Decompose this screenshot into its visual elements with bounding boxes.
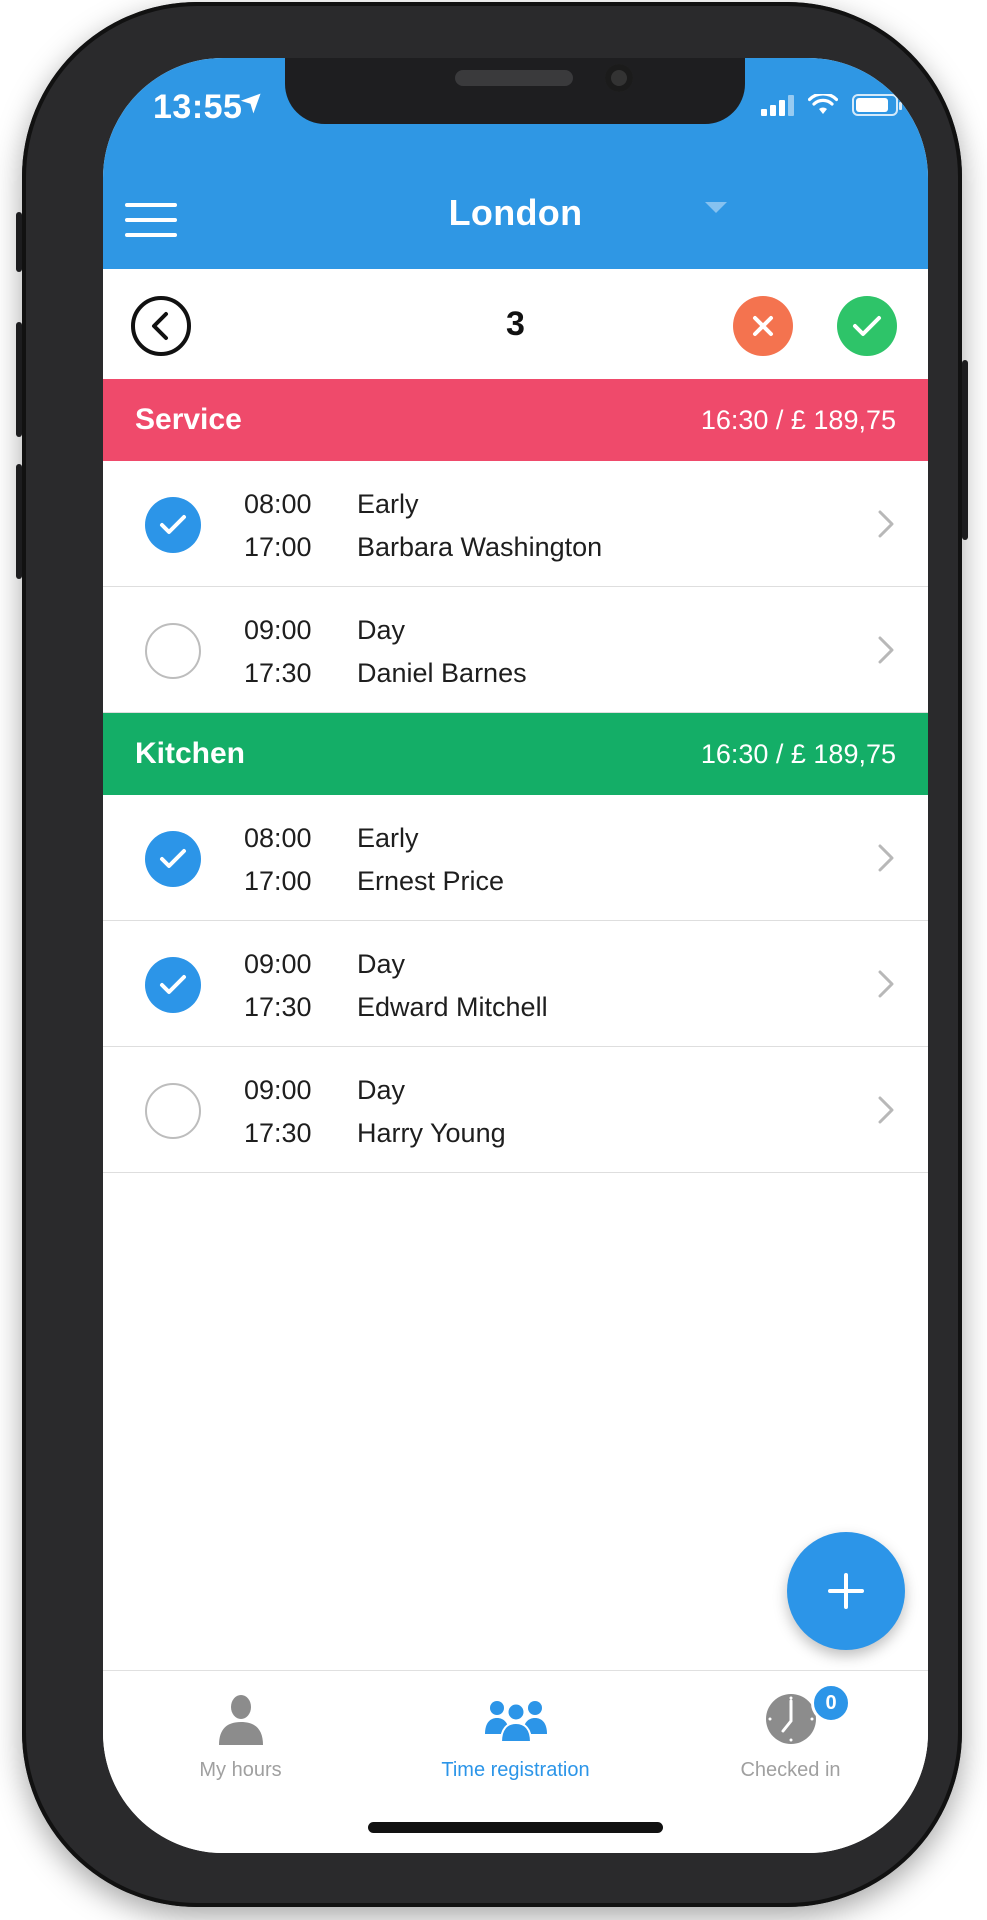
checkmark-icon	[160, 515, 186, 534]
shift-times: 09:00 17:30	[244, 1069, 312, 1155]
section-header-kitchen: Kitchen 16:30 / £ 189,75	[103, 713, 928, 795]
shift-row[interactable]: 08:00 17:00 Early Ernest Price	[103, 795, 928, 921]
checkmark-icon	[160, 975, 186, 994]
checkmark-icon	[853, 316, 881, 336]
checked-in-count-badge: 0	[811, 1683, 851, 1723]
shift-end: 17:00	[244, 532, 312, 562]
shift-times: 09:00 17:30	[244, 609, 312, 695]
location-selector[interactable]: London	[103, 192, 928, 234]
tab-checked-in[interactable]: 0 Checked in	[653, 1683, 928, 1782]
chevron-right-icon	[878, 636, 894, 664]
home-indicator	[368, 1822, 663, 1833]
section-name: Kitchen	[135, 737, 246, 770]
shift-end: 17:00	[244, 866, 312, 896]
shift-row[interactable]: 09:00 17:30 Day Edward Mitchell	[103, 921, 928, 1047]
shift-type: Day	[357, 1075, 406, 1105]
employee-name: Ernest Price	[357, 866, 505, 896]
checkmark-icon	[160, 849, 186, 868]
chevron-right-icon	[878, 844, 894, 872]
close-icon	[753, 316, 773, 336]
wifi-icon	[808, 94, 838, 114]
shift-checkbox-unchecked[interactable]	[145, 1083, 201, 1139]
app-screen: 13:55 ➤ London 3 Service 16:30 / £ 189,7…	[103, 58, 928, 1853]
employee-name: Harry Young	[357, 1118, 506, 1148]
shift-start: 08:00	[244, 823, 312, 853]
section-name: Service	[135, 403, 242, 436]
shift-end: 17:30	[244, 1118, 312, 1148]
section-total: 16:30 / £ 189,75	[700, 404, 896, 435]
tab-time-registration[interactable]: Time registration	[378, 1689, 653, 1782]
shift-start: 09:00	[244, 1075, 312, 1105]
shift-type: Early	[357, 823, 419, 853]
shift-info: Day Harry Young	[357, 1069, 506, 1155]
shift-checkbox-unchecked[interactable]	[145, 623, 201, 679]
group-icon	[484, 1701, 547, 1743]
tab-my-hours[interactable]: My hours	[103, 1689, 378, 1782]
phone-frame: 13:55 ➤ London 3 Service 16:30 / £ 189,7…	[16, 2, 968, 1907]
app-header: 13:55 ➤ London	[103, 58, 928, 269]
tab-label: Time registration	[441, 1759, 590, 1781]
header-title: London	[448, 192, 583, 233]
status-indicators	[761, 94, 902, 116]
employee-name: Edward Mitchell	[357, 992, 548, 1022]
volume-down-button	[16, 464, 22, 579]
selected-day: 3	[506, 305, 525, 343]
shift-times: 08:00 17:00	[244, 817, 312, 903]
shift-info: Early Barbara Washington	[357, 483, 602, 569]
shift-checkbox-checked[interactable]	[145, 497, 201, 553]
add-shift-button[interactable]	[787, 1532, 905, 1650]
reject-all-button[interactable]	[733, 296, 793, 356]
cellular-signal-icon	[761, 94, 794, 116]
employee-name: Barbara Washington	[357, 532, 603, 562]
shift-end: 17:30	[244, 658, 312, 688]
employee-name: Daniel Barnes	[357, 658, 527, 688]
notch	[285, 58, 745, 124]
caret-down-icon[interactable]	[705, 202, 727, 213]
shift-info: Day Edward Mitchell	[357, 943, 548, 1029]
front-camera	[605, 64, 633, 92]
plus-icon	[828, 1573, 864, 1609]
person-icon	[218, 1695, 263, 1745]
chevron-right-icon	[878, 1096, 894, 1124]
speaker	[455, 70, 573, 86]
section-total: 16:30 / £ 189,75	[700, 738, 896, 769]
shift-row[interactable]: 09:00 17:30 Day Harry Young	[103, 1047, 928, 1173]
shift-type: Day	[357, 615, 406, 645]
shift-row[interactable]: 09:00 17:30 Day Daniel Barnes	[103, 587, 928, 713]
section-header-service: Service 16:30 / £ 189,75	[103, 379, 928, 461]
clock-icon	[765, 1694, 816, 1744]
mute-switch	[16, 212, 22, 272]
approve-all-button[interactable]	[837, 296, 897, 356]
shift-start: 08:00	[244, 489, 312, 519]
date-navigation-bar: 3	[103, 269, 928, 379]
shift-info: Early Ernest Price	[357, 817, 504, 903]
shift-type: Early	[357, 489, 419, 519]
chevron-right-icon	[878, 970, 894, 998]
shift-checkbox-checked[interactable]	[145, 957, 201, 1013]
shift-times: 09:00 17:30	[244, 943, 312, 1029]
shift-end: 17:30	[244, 992, 312, 1022]
bottom-tab-bar: My hours Time registration 0 Checked in	[103, 1670, 928, 1853]
shift-checkbox-checked[interactable]	[145, 831, 201, 887]
power-button	[962, 360, 968, 540]
volume-up-button	[16, 322, 22, 437]
shift-type: Day	[357, 949, 406, 979]
shift-start: 09:00	[244, 949, 312, 979]
shift-info: Day Daniel Barnes	[357, 609, 527, 695]
shift-times: 08:00 17:00	[244, 483, 312, 569]
tab-label: My hours	[199, 1759, 282, 1781]
tab-label: Checked in	[740, 1759, 841, 1781]
battery-icon	[852, 94, 902, 116]
status-time: 13:55	[153, 88, 243, 126]
chevron-right-icon	[878, 510, 894, 538]
shift-row[interactable]: 08:00 17:00 Early Barbara Washington	[103, 461, 928, 587]
shift-start: 09:00	[244, 615, 312, 645]
